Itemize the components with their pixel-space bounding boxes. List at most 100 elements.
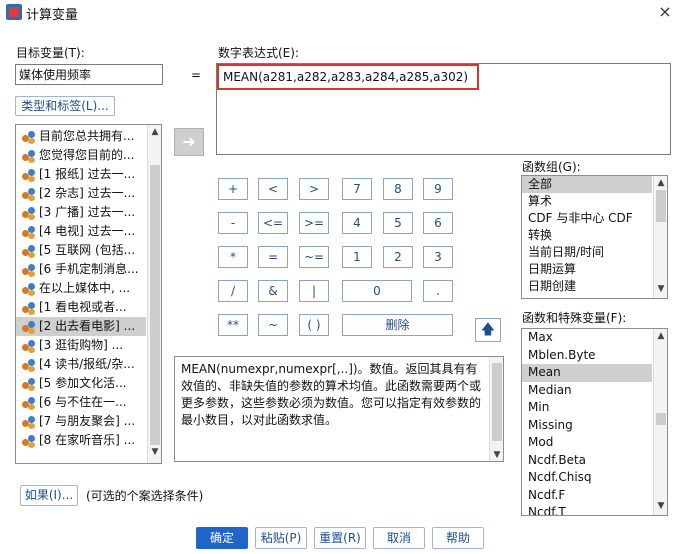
scroll-down-icon[interactable]: ▼	[654, 284, 667, 294]
variable-name: [1 看电视或者...	[39, 300, 127, 314]
scroll-thumb[interactable]	[150, 165, 160, 445]
function-group-item[interactable]: 转换	[522, 227, 652, 244]
variable-list[interactable]: 目前您总共拥有... 您觉得您目前的... [1 报纸] 过去一... [2 杂志] …	[15, 124, 162, 464]
keypad-key[interactable]: 8	[383, 178, 413, 200]
keypad-key[interactable]: /	[218, 280, 248, 302]
cancel-button[interactable]: 取消	[373, 527, 425, 549]
keypad-key[interactable]: ~	[258, 314, 288, 336]
scroll-up-icon[interactable]: ▲	[654, 178, 667, 188]
scroll-thumb[interactable]	[656, 413, 666, 425]
title-bar: 计算变量 ×	[0, 0, 680, 26]
variable-list-item[interactable]: [2 出去看电影] ...	[16, 317, 146, 336]
function-group-item[interactable]: 算术	[522, 193, 652, 210]
function-group-item[interactable]: CDF 与非中心 CDF	[522, 210, 652, 227]
variable-list-item[interactable]: [4 电视] 过去一...	[16, 222, 146, 241]
variable-list-item[interactable]: [5 互联网 (包括...	[16, 241, 146, 260]
type-and-label-button[interactable]: 类型和标签(L)...	[15, 96, 115, 116]
keypad-key[interactable]: -	[218, 212, 248, 234]
variable-list-item[interactable]: 目前您总共拥有...	[16, 127, 146, 146]
scroll-down-icon[interactable]: ▼	[148, 447, 161, 457]
keypad-key[interactable]: 删除	[342, 314, 453, 336]
scroll-down-icon[interactable]: ▼	[654, 501, 667, 511]
variable-list-scrollbar[interactable]: ▲ ▼	[147, 125, 161, 463]
keypad-key[interactable]: 9	[423, 178, 453, 200]
keypad-key[interactable]: >=	[299, 212, 329, 234]
variable-list-item[interactable]: [3 广播] 过去一...	[16, 203, 146, 222]
variable-list-item[interactable]: [1 报纸] 过去一...	[16, 165, 146, 184]
keypad-key[interactable]: =	[258, 246, 288, 268]
keypad-key[interactable]: |	[299, 280, 329, 302]
functions-list[interactable]: Max Mblen.Byte Mean Median Min Missing Mod Ncdf…	[521, 328, 668, 516]
keypad-key[interactable]: **	[218, 314, 248, 336]
keypad-key[interactable]: <	[258, 178, 288, 200]
help-button[interactable]: 帮助	[432, 527, 484, 549]
keypad-key[interactable]: +	[218, 178, 248, 200]
keypad-key[interactable]: &	[258, 280, 288, 302]
function-description-text: MEAN(numexpr,numexpr[,..])。数值。返回其具有有效值的、…	[181, 362, 482, 427]
variable-list-item[interactable]: [4 读书/报纸/杂...	[16, 355, 146, 374]
variable-list-item[interactable]: [6 手机定制消息...	[16, 260, 146, 279]
function-group-item[interactable]: 当前日期/时间	[522, 244, 652, 261]
function-group-scrollbar[interactable]: ▲ ▼	[653, 176, 667, 298]
target-variable-input[interactable]: 媒体使用频率	[15, 64, 163, 85]
keypad-key[interactable]: 3	[423, 246, 453, 268]
scale-variable-icon	[22, 282, 36, 296]
variable-name: 目前您总共拥有...	[39, 129, 135, 143]
keypad-key[interactable]: <=	[258, 212, 288, 234]
keypad-key[interactable]: ( )	[299, 314, 329, 336]
variable-name: [2 出去看电影] ...	[39, 319, 136, 333]
ok-button[interactable]: 确定	[196, 527, 248, 549]
reset-button[interactable]: 重置(R)	[314, 527, 366, 549]
keypad-key[interactable]: 2	[383, 246, 413, 268]
keypad-key[interactable]: 4	[342, 212, 372, 234]
keypad-key[interactable]: 5	[383, 212, 413, 234]
variable-list-item[interactable]: [8 在家听音乐] ...	[16, 431, 146, 450]
description-scrollbar[interactable]: ▼	[489, 357, 503, 461]
functions-scrollbar[interactable]: ▲ ▼	[653, 329, 667, 515]
scroll-up-icon[interactable]: ▲	[654, 331, 667, 341]
scroll-down-icon[interactable]: ▼	[490, 447, 504, 464]
variable-list-item[interactable]: [6 与不住在一...	[16, 393, 146, 412]
keypad-key[interactable]: 1	[342, 246, 372, 268]
if-button[interactable]: 如果(I)...	[20, 485, 78, 506]
variable-list-item[interactable]: [1 看电视或者...	[16, 298, 146, 317]
variable-list-item[interactable]: 您觉得您目前的...	[16, 146, 146, 165]
function-item[interactable]: Ncdf.Chisq	[522, 469, 652, 487]
variable-list-item[interactable]: [7 与朋友聚会] ...	[16, 412, 146, 431]
function-group-item[interactable]: 日期运算	[522, 261, 652, 278]
variable-list-item[interactable]: [2 杂志] 过去一...	[16, 184, 146, 203]
variable-list-item[interactable]: 在以上媒体中, ...	[16, 279, 146, 298]
function-item[interactable]: Median	[522, 382, 652, 400]
keypad-key[interactable]: *	[218, 246, 248, 268]
up-arrow-icon[interactable]: 🡅	[475, 318, 501, 342]
variable-list-item[interactable]: [3 逛街购物] ...	[16, 336, 146, 355]
keypad-key[interactable]: 7	[342, 178, 372, 200]
function-group-item[interactable]: 全部	[522, 176, 652, 193]
keypad-key[interactable]: >	[299, 178, 329, 200]
function-item[interactable]: Mean	[522, 364, 652, 382]
keypad-key[interactable]: .	[423, 280, 453, 302]
scroll-up-icon[interactable]: ▲	[148, 127, 161, 137]
paste-button[interactable]: 粘贴(P)	[255, 527, 307, 549]
function-item[interactable]: Ncdf.Beta	[522, 452, 652, 470]
scroll-thumb[interactable]	[492, 363, 502, 441]
target-variable-label: 目标变量(T):	[16, 46, 85, 60]
function-item[interactable]: Ncdf.F	[522, 487, 652, 505]
scroll-thumb[interactable]	[656, 190, 666, 222]
variable-list-item[interactable]: [5 参加文化活...	[16, 374, 146, 393]
function-item[interactable]: Missing	[522, 417, 652, 435]
left-arrow-icon[interactable]: ➜	[174, 128, 204, 156]
function-item[interactable]: Min	[522, 399, 652, 417]
expression-input[interactable]: MEAN(a281,a282,a283,a284,a285,a302)	[216, 63, 671, 155]
function-item[interactable]: Ncdf.T	[522, 504, 652, 515]
function-item[interactable]: Max	[522, 329, 652, 347]
function-item[interactable]: Mblen.Byte	[522, 347, 652, 365]
function-group-item[interactable]: 日期创建	[522, 278, 652, 295]
function-item[interactable]: Mod	[522, 434, 652, 452]
keypad-key[interactable]: ~=	[299, 246, 329, 268]
close-icon[interactable]: ×	[654, 1, 676, 23]
function-group-list[interactable]: 全部 算术 CDF 与非中心 CDF 转换 当前日期/时间 日期运算 日期创建 ▲ ▼	[521, 175, 668, 299]
variable-name: [5 参加文化活...	[39, 376, 127, 390]
keypad-key[interactable]: 0	[342, 280, 412, 302]
keypad-key[interactable]: 6	[423, 212, 453, 234]
